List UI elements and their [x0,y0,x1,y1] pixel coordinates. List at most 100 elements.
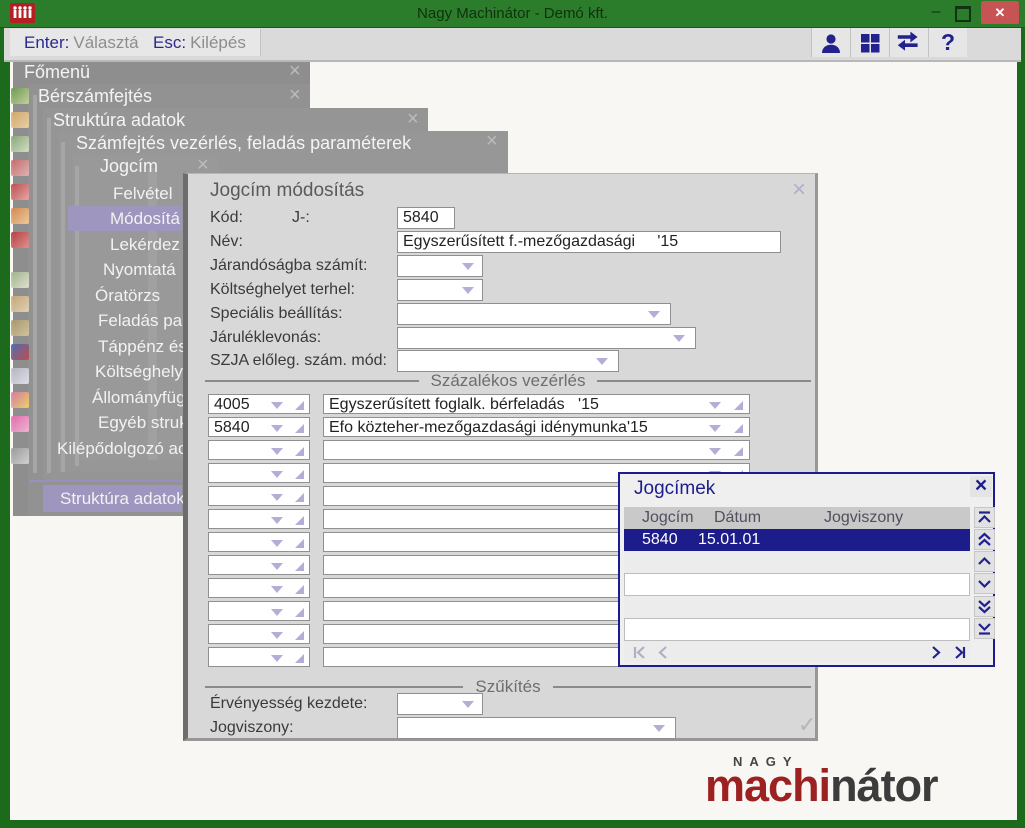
corner-resize-icon [734,401,743,410]
table-row-selected[interactable]: 5840 15.01.01 [624,529,970,551]
percent-code-dropdown[interactable] [208,555,310,575]
corner-resize-icon [734,447,743,456]
modules-button[interactable] [850,28,889,57]
menu-item-allomanyfuggo[interactable]: Állományfüg [92,388,186,408]
menu-item-lekerdezes[interactable]: Lekérdez [110,235,180,255]
table-row[interactable] [624,596,970,618]
specialis-label: Speciális beállítás: [210,305,343,323]
first-page-button[interactable] [628,643,650,661]
table-row[interactable] [624,618,970,641]
scroll-up-button[interactable] [974,551,995,572]
close-icon[interactable]: × [486,132,498,150]
percent-name-dropdown[interactable] [323,440,750,460]
corner-resize-icon [295,470,304,479]
menu-item-struktura-adatok-selected[interactable]: Struktúra adatok [60,489,185,509]
sidebar-icon[interactable] [11,344,29,360]
menu-item-felvetel[interactable]: Felvétel [113,184,173,204]
sidebar-icon[interactable] [11,88,29,104]
percent-code-dropdown[interactable] [208,463,310,483]
sidebar-icon[interactable] [11,448,29,464]
menu-title-struktura-adatok[interactable]: Struktúra adatok [53,110,185,131]
menu-item-feladas-param[interactable]: Feladás par [98,311,188,331]
jarulek-dropdown[interactable]: Nincs [397,327,696,349]
menu-item-tappenz[interactable]: Táppénz és [98,337,187,357]
menu-item-egyeb-struktura[interactable]: Egyéb struk [98,413,188,433]
chevron-down-icon [462,287,474,294]
percent-code-dropdown[interactable] [208,578,310,598]
esc-hint-button[interactable]: Esc: Kilépés [139,29,261,56]
confirm-check-icon[interactable]: ✓ [798,712,816,738]
close-icon[interactable]: × [970,476,992,497]
close-icon[interactable]: × [407,110,419,128]
table-row[interactable] [624,573,970,596]
chevron-down-icon [271,609,283,616]
menu-title-fomenu[interactable]: Főmenü [24,62,90,83]
window-edge [47,118,51,473]
help-button[interactable]: ? [928,28,967,57]
sidebar-icon[interactable] [11,320,29,336]
percent-code-dropdown[interactable] [208,509,310,529]
jogviszony-dropdown[interactable] [397,717,676,739]
sidebar-icon[interactable] [11,184,29,200]
close-icon[interactable]: × [289,86,301,104]
close-icon[interactable]: × [792,176,806,204]
percent-name-dropdown[interactable]: Efo közteher-mezőgazdasági idénymunka'15 [323,417,750,437]
percent-code-dropdown[interactable] [208,440,310,460]
minimize-button[interactable]: – [925,2,947,24]
last-page-button[interactable] [948,643,970,661]
close-icon[interactable]: × [197,156,209,174]
koltseghely-dropdown[interactable]: Igen [397,279,483,301]
menu-title-jogcim[interactable]: Jogcím [100,156,158,177]
enter-key-label: Enter: [24,33,69,53]
menu-title-szamfejtes-vezerles[interactable]: Számfejtés vezérlés, feladás paraméterek [76,133,411,154]
titlebar: Nagy Machinátor - Demó kft. – ✕ [0,0,1025,28]
percent-code-dropdown[interactable] [208,601,310,621]
sidebar-icon[interactable] [11,272,29,288]
sidebar-icon[interactable] [11,392,29,408]
sidebar-icon[interactable] [11,232,29,248]
scroll-top-button[interactable] [974,507,995,528]
percent-name-dropdown[interactable]: Egyszerűsített foglalk. bérfeladás '15 [323,394,750,414]
prev-page-button[interactable] [652,643,674,661]
szja-label: SZJA előleg. szám. mód: [210,352,387,370]
percent-code-dropdown[interactable] [208,647,310,667]
maximize-button[interactable] [955,6,971,22]
close-icon[interactable]: × [289,62,301,80]
percent-code-dropdown[interactable] [208,532,310,552]
close-button[interactable]: ✕ [981,1,1019,24]
specialis-dropdown[interactable]: Nincs [397,303,671,325]
menu-item-kilepodolgozo[interactable]: Kilépődolgozó ac [57,439,186,459]
menu-item-oratorzs[interactable]: Óratörzs [95,286,160,306]
scroll-down-button[interactable] [974,573,995,594]
percent-code-dropdown[interactable] [208,486,310,506]
scroll-bottom-button[interactable] [974,618,995,639]
scroll-pageup-button[interactable] [974,529,995,550]
user-button[interactable] [811,28,850,57]
nev-input[interactable]: Egyszerűsített f.-mezőgazdasági '15 [397,231,781,253]
next-page-button[interactable] [924,643,946,661]
percent-code-dropdown[interactable] [208,624,310,644]
sidebar-icon[interactable] [11,136,29,152]
menu-item-nyomtatas[interactable]: Nyomtatá [103,260,176,280]
sidebar-icon[interactable] [11,296,29,312]
chevron-down-icon [596,358,608,365]
percent-code-dropdown[interactable]: 4005 [208,394,310,414]
percent-code-dropdown[interactable]: 5840 [208,417,310,437]
kod-input[interactable]: 5840 [397,207,455,229]
sidebar-icon[interactable] [11,208,29,224]
menu-separator [30,480,182,482]
menu-title-berszamfejtes[interactable]: Bérszámfejtés [38,86,152,107]
jarandosag-dropdown[interactable]: Igen [397,255,483,277]
switch-button[interactable] [889,28,928,57]
next-page-icon [928,645,943,660]
scroll-pagedown-button[interactable] [974,596,995,617]
sidebar-icon[interactable] [11,416,29,432]
sidebar-icon[interactable] [11,368,29,384]
sidebar-icon[interactable] [11,160,29,176]
chevron-down-icon [709,425,721,432]
menu-item-modositas[interactable]: Módosítá [110,209,180,229]
szja-dropdown[interactable]: Adómentes [397,350,619,372]
menu-item-koltseghely[interactable]: Költséghely [95,362,183,382]
table-row[interactable] [624,551,970,573]
sidebar-icon[interactable] [11,112,29,128]
